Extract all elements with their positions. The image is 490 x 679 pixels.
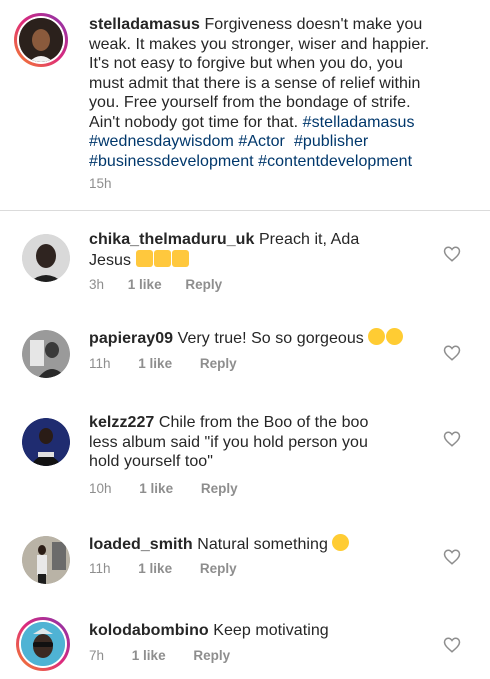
comment-time: 3h [89, 277, 105, 292]
comment-username[interactable]: kolodabombino [89, 622, 209, 639]
comment-username[interactable]: kelzz227 [89, 414, 154, 431]
thumbs-up-icon [135, 249, 153, 267]
kissing-face-icon [386, 328, 404, 345]
commenter-avatar[interactable] [22, 330, 70, 378]
commenter-photo-icon [22, 234, 70, 282]
comment-text: loaded_smith Natural something [89, 534, 429, 555]
comment-time: 11h [89, 561, 111, 576]
comment-time: 10h [89, 481, 112, 496]
comment-meta: 7h 1 like Reply [89, 648, 230, 663]
caption-divider [0, 210, 490, 211]
commenter-avatar[interactable] [16, 617, 70, 671]
hashtag-stelladamasus[interactable]: #stelladamasus [303, 114, 415, 131]
reply-button[interactable]: Reply [200, 356, 237, 371]
reply-button[interactable]: Reply [201, 481, 238, 496]
like-heart-icon[interactable] [443, 344, 461, 362]
comment-likes[interactable]: 1 like [139, 481, 173, 496]
commenter-photo-icon [22, 536, 70, 584]
comment-text: kolodabombino Keep motivating [89, 621, 429, 641]
comment-body-line1: Keep motivating [213, 622, 329, 639]
hashtag-wednesdaywisdom[interactable]: #wednesdaywisdom [89, 133, 234, 150]
comment-username[interactable]: papieray09 [89, 330, 173, 347]
comment-text: papieray09 Very true! So so gorgeous [89, 328, 429, 349]
comment-meta: 11h 1 like Reply [89, 561, 237, 576]
like-heart-icon[interactable] [443, 636, 461, 654]
comment-time: 11h [89, 356, 111, 371]
heart-eyes-icon [368, 328, 386, 345]
comment-body-line2: Jesus [89, 251, 132, 269]
caption-line-4: must admit that there is a sense of reli… [89, 74, 421, 92]
hashtag-publisher[interactable]: #publisher [294, 133, 368, 150]
comment-meta: 11h 1 like Reply [89, 356, 237, 371]
commenter-avatar[interactable] [22, 234, 70, 282]
comment-likes[interactable]: 1 like [128, 277, 162, 292]
comment-likes[interactable]: 1 like [138, 356, 172, 371]
commenter-avatar[interactable] [22, 536, 70, 584]
comment-body-line1: Very true! So so gorgeous [177, 330, 364, 347]
hashtag-actor[interactable]: #Actor [238, 133, 285, 150]
caption-line-6: Ain't nobody got time for that. [89, 113, 299, 131]
post-caption: stelladamasus Forgiveness doesn't make y… [0, 0, 490, 212]
comment-body-line1: Chile from the Boo of the boo [158, 414, 369, 431]
comment-meta: 3h 1 like Reply [89, 277, 222, 292]
comment-likes[interactable]: 1 like [132, 648, 166, 663]
commenter-photo-icon [22, 418, 70, 466]
comment-meta: 10h 1 like Reply [89, 481, 238, 496]
like-heart-icon[interactable] [443, 548, 461, 566]
comment-username[interactable]: loaded_smith [89, 536, 193, 553]
caption-text: stelladamasus Forgiveness doesn't make y… [89, 15, 484, 171]
tears-of-joy-icon [332, 534, 350, 551]
caption-line-5: you. Free yourself from the bondage of s… [89, 94, 411, 111]
caption-meta: 15h [89, 176, 112, 191]
caption-line-1: Forgiveness doesn't make you [204, 16, 423, 33]
caption-line-2: weak. It makes you stronger, wiser and h… [89, 35, 430, 53]
caption-time: 15h [89, 176, 112, 191]
comment-body-line2: less album said "if you hold person you [89, 433, 368, 451]
thumbs-up-icon [171, 249, 189, 267]
like-heart-icon[interactable] [443, 430, 461, 448]
reply-button[interactable]: Reply [193, 648, 230, 663]
reply-button[interactable]: Reply [185, 277, 222, 292]
caption-username[interactable]: stelladamasus [89, 16, 200, 33]
hashtag-contentdevelopment[interactable]: #contentdevelopment [258, 153, 412, 170]
caption-line-3: It's not easy to forgive but when you do… [89, 55, 403, 72]
caption-author-avatar[interactable] [14, 13, 68, 67]
hashtag-businessdevelopment[interactable]: #businessdevelopment [89, 153, 254, 170]
author-photo-icon [19, 18, 63, 62]
comment-username[interactable]: chika_thelmaduru_uk [89, 231, 254, 248]
comment-time: 7h [89, 648, 105, 663]
reply-button[interactable]: Reply [200, 561, 237, 576]
comment-text: chika_thelmaduru_uk Preach it, Ada Jesus [89, 230, 429, 270]
comment-body-line1: Natural something [197, 536, 328, 553]
comment-body-line3: hold yourself too" [89, 453, 213, 470]
comment-likes[interactable]: 1 like [138, 561, 172, 576]
commenter-avatar[interactable] [22, 418, 70, 466]
comment-body-line1: Preach it, Ada [258, 231, 360, 248]
comment-text: kelzz227 Chile from the Boo of the boo l… [89, 413, 429, 472]
thumbs-up-icon [153, 249, 171, 267]
commenter-photo-icon [22, 330, 70, 378]
commenter-photo-icon [21, 622, 65, 666]
like-heart-icon[interactable] [443, 245, 461, 263]
